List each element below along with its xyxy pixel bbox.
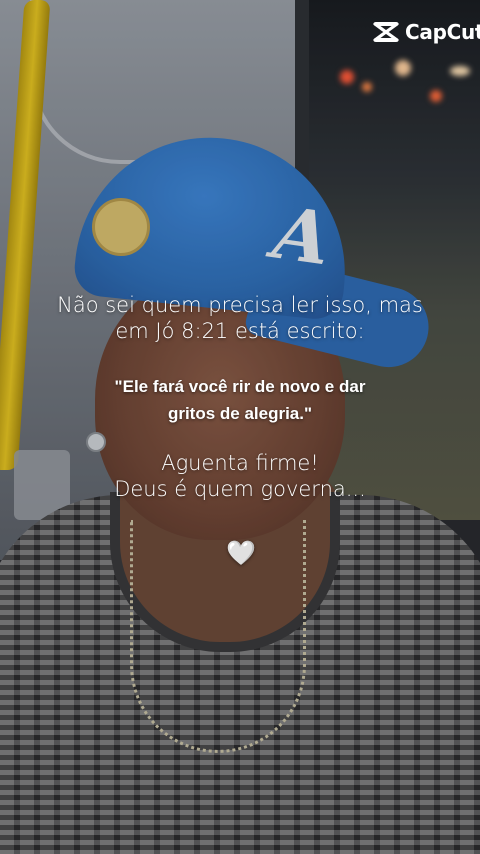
bible-quote: "Ele fará você rir de novo e dar gritos … bbox=[0, 373, 480, 427]
encouragement-caption: Aguenta firme! Deus é quem governa... bbox=[0, 450, 480, 502]
encouragement-line: Aguenta firme! bbox=[161, 451, 319, 475]
intro-caption: Não sei quem precisa ler isso, mas em Jó… bbox=[0, 292, 480, 344]
intro-line: em Jó 8:21 está escrito: bbox=[115, 319, 365, 343]
encouragement-line: Deus é quem governa... bbox=[114, 477, 366, 501]
background-photo: A bbox=[0, 0, 480, 854]
quote-line: gritos de alegria." bbox=[167, 404, 313, 423]
white-heart-icon: 🤍 bbox=[226, 540, 256, 567]
quote-line: "Ele fará você rir de novo e dar bbox=[114, 377, 366, 396]
capcut-brand-text: CapCut bbox=[405, 20, 480, 44]
photo-dim-overlay bbox=[0, 0, 480, 854]
intro-line: Não sei quem precisa ler isso, mas bbox=[57, 293, 423, 317]
capcut-logo-icon bbox=[373, 22, 399, 42]
capcut-watermark: CapCut bbox=[372, 18, 480, 46]
